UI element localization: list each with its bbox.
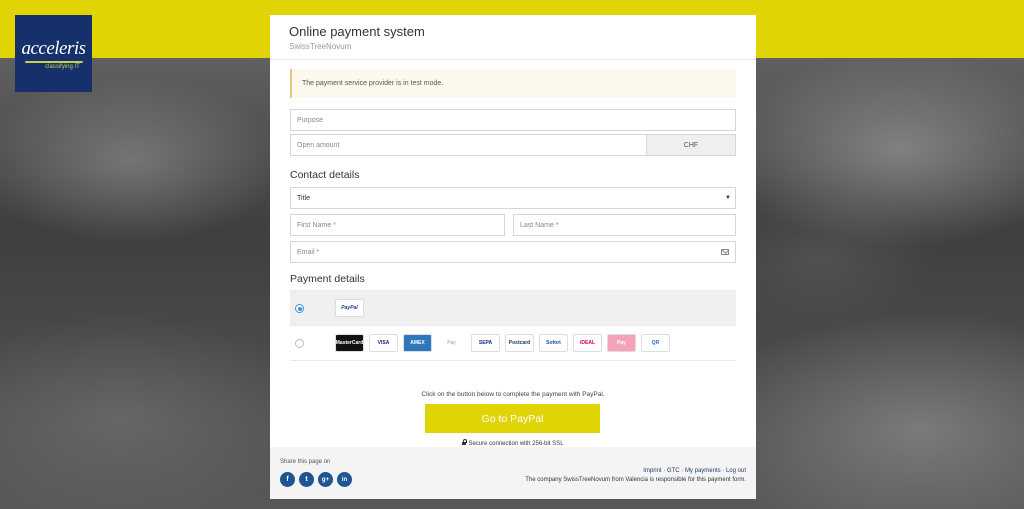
go-to-paypal-button[interactable]: Go to PayPal: [425, 404, 600, 433]
responsibility-note: The company SwissTreeNovum from Valencia…: [525, 477, 746, 483]
panel-footer: Share this page on f t g+ in Imprint · G…: [270, 447, 756, 499]
ideal-logo: iDEAL: [573, 334, 602, 352]
amex-logo: AMEX: [403, 334, 432, 352]
sofort-logo: Sofort: [539, 334, 568, 352]
last-name-input[interactable]: Last Name *: [513, 214, 736, 236]
cards-radio[interactable]: [295, 339, 304, 348]
footer-links: Imprint · GTC · My payments · Log out: [643, 468, 746, 474]
pink-pay-logo: Pay: [607, 334, 636, 352]
payment-option-paypal[interactable]: PayPal: [290, 290, 736, 325]
mastercard-logo: MasterCard: [335, 334, 364, 352]
contact-details-heading: Contact details: [290, 169, 360, 181]
acceleris-logo[interactable]: acceleris classifying IT: [15, 15, 92, 92]
currency-addon: CHF: [646, 134, 736, 156]
payment-panel: Online payment system SwissTreeNovum The…: [270, 15, 756, 499]
first-name-input[interactable]: First Name *: [290, 214, 505, 236]
twitter-icon[interactable]: t: [299, 472, 314, 487]
page-title: Online payment system: [289, 24, 425, 39]
my-payments-link[interactable]: My payments: [685, 468, 721, 474]
test-mode-alert: The payment service provider is in test …: [290, 69, 736, 98]
share-label: Share this page on: [280, 459, 331, 465]
imprint-link[interactable]: Imprint: [643, 468, 661, 474]
paypal-logo: PayPal: [335, 299, 364, 317]
sepa-logo: SEPA: [471, 334, 500, 352]
title-select[interactable]: Title ▼: [290, 187, 736, 209]
payment-option-cards[interactable]: MasterCard VISA AMEX Pay SEPA Postcard S…: [290, 325, 736, 361]
page-subtitle: SwissTreeNovum: [289, 42, 352, 51]
payment-details-heading: Payment details: [290, 273, 365, 285]
gtc-link[interactable]: GTC: [667, 468, 680, 474]
google-plus-icon[interactable]: g+: [318, 472, 333, 487]
paypal-info-text: Click on the button below to complete th…: [421, 391, 605, 398]
purpose-input[interactable]: Purpose: [290, 109, 736, 131]
logo-swoosh: [24, 60, 83, 63]
panel-header: Online payment system SwissTreeNovum: [270, 15, 756, 60]
qr-pay-logo: QR: [641, 334, 670, 352]
logo-tagline: classifying IT: [45, 63, 80, 70]
title-select-value: Title: [297, 194, 310, 202]
email-input[interactable]: Email *: [290, 241, 736, 263]
linkedin-icon[interactable]: in: [337, 472, 352, 487]
lock-icon: [462, 439, 467, 445]
open-amount-input[interactable]: Open amount: [290, 134, 647, 156]
email-placeholder: Email *: [297, 248, 320, 256]
log-out-link[interactable]: Log out: [726, 468, 746, 474]
logo-name: acceleris: [21, 37, 86, 59]
apple-pay-logo: Pay: [437, 334, 466, 352]
caret-down-icon: ▼: [725, 195, 731, 201]
facebook-icon[interactable]: f: [280, 472, 295, 487]
postcard-logo: Postcard: [505, 334, 534, 352]
visa-logo: VISA: [369, 334, 398, 352]
paypal-radio[interactable]: [295, 304, 304, 313]
envelope-icon: [721, 249, 729, 255]
